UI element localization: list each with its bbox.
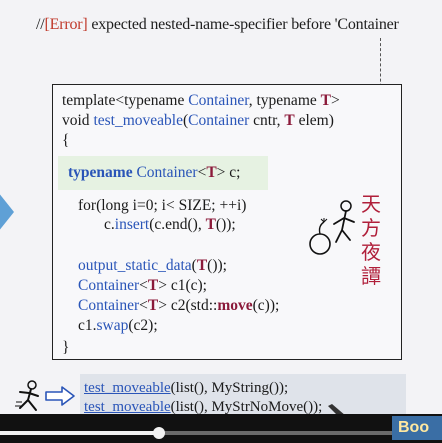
calligraphy-char-4: 譚 — [361, 264, 381, 288]
code-line-swap: c1.swap(c2); — [78, 317, 158, 334]
code-line-signature: void test_moveable(Container cntr, T ele… — [62, 112, 334, 129]
code-line-c2: Container<T> c2(std::move(c)); — [78, 297, 280, 314]
code-line-open-brace: { — [62, 132, 70, 149]
right-arrow-icon — [45, 386, 75, 406]
code-line-insert: c.insert(c.end(), T()); — [104, 216, 236, 233]
error-comment: //[Error] expected nested-name-specifier… — [36, 16, 442, 34]
code-line-output-static: output_static_data(T()); — [78, 257, 227, 274]
video-control-bar — [0, 414, 442, 443]
calligraphy-char-3: 夜 — [361, 240, 381, 264]
left-arrow-icon — [0, 192, 14, 232]
progress-fill — [0, 431, 160, 435]
code-line-close-brace: } — [62, 339, 70, 356]
code-line-for: for(long i=0; i< SIZE; ++i) — [78, 197, 247, 214]
bomb-runner-icon — [309, 200, 355, 255]
call-line-mystring: test_moveable(list(), MyString()); — [84, 380, 289, 396]
progress-scrubber[interactable] — [153, 427, 166, 439]
watermark-logo: Boo — [392, 416, 442, 440]
error-tag: [Error] — [44, 16, 88, 33]
comment-prefix: // — [36, 16, 45, 33]
code-line-c1: Container<T> c1(c); — [78, 277, 207, 294]
calligraphy-char-2: 方 — [361, 216, 381, 240]
calligraphy-vertical: 天 方 夜 譚 — [358, 192, 384, 288]
running-figure-icon — [15, 380, 39, 411]
error-message: expected nested-name-specifier before 'C… — [87, 16, 399, 33]
code-line-template: template<typename Container, typename T> — [62, 92, 340, 109]
calligraphy-char-1: 天 — [361, 192, 381, 216]
code-line-typename: typename Container<T> c; — [68, 164, 241, 181]
